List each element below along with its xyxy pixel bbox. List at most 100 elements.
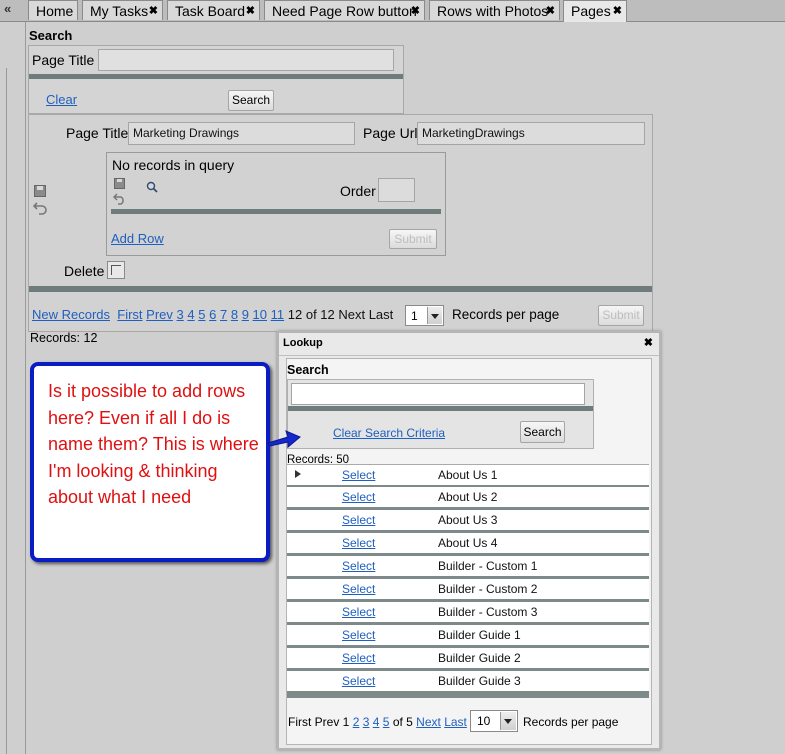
- per-page-select[interactable]: 1: [405, 305, 444, 326]
- page-url-input[interactable]: MarketingDrawings: [417, 122, 645, 145]
- list-item[interactable]: Select About Us 3: [287, 510, 649, 533]
- select-link[interactable]: Select: [342, 582, 375, 596]
- select-link[interactable]: Select: [342, 651, 375, 665]
- collapse-icon[interactable]: «: [4, 1, 11, 16]
- page-url-label: Page Url: [363, 125, 418, 141]
- tab-task-board[interactable]: Task Board ✖: [167, 0, 260, 20]
- list-item[interactable]: Select About Us 4: [287, 533, 649, 556]
- list-item[interactable]: Select Builder Guide 3: [287, 671, 649, 698]
- undo-icon[interactable]: [33, 201, 47, 215]
- list-item[interactable]: Select About Us 2: [287, 487, 649, 510]
- next-page-link[interactable]: Next: [416, 715, 441, 729]
- select-link[interactable]: Select: [342, 674, 375, 688]
- chevron-down-icon[interactable]: [500, 712, 516, 730]
- clear-link[interactable]: Clear: [46, 92, 77, 107]
- page-title-input[interactable]: Marketing Drawings: [128, 122, 355, 145]
- row-name: Builder - Custom 2: [438, 582, 538, 596]
- order-input[interactable]: [378, 178, 415, 202]
- lookup-search-input[interactable]: [291, 383, 585, 405]
- list-item[interactable]: Select Builder - Custom 1: [287, 556, 649, 579]
- select-link[interactable]: Select: [342, 513, 375, 527]
- pager: New Records First Prev 3 4 5 6 7 8 9 10 …: [32, 307, 393, 322]
- select-link[interactable]: Select: [342, 628, 375, 642]
- save-icon[interactable]: [114, 178, 125, 189]
- last-page-link[interactable]: Last: [444, 715, 467, 729]
- page-link[interactable]: 8: [231, 307, 238, 322]
- delete-checkbox[interactable]: [107, 261, 125, 279]
- annotation-callout: Is it possible to add rows here? Even if…: [30, 362, 270, 562]
- page-link[interactable]: 10: [253, 307, 267, 322]
- select-link[interactable]: Select: [342, 536, 375, 550]
- page-link[interactable]: 3: [363, 715, 370, 729]
- tab-bar: « Home My Tasks ✖ Task Board ✖ Need Page R…: [0, 0, 785, 22]
- undo-icon[interactable]: [113, 192, 126, 205]
- list-item[interactable]: Select Builder Guide 2: [287, 648, 649, 671]
- row-name: Builder Guide 1: [438, 628, 521, 642]
- page-link[interactable]: 11: [271, 307, 285, 322]
- row-name: Builder Guide 3: [438, 674, 521, 688]
- search-icon[interactable]: [146, 181, 158, 193]
- clear-search-criteria-link[interactable]: Clear Search Criteria: [333, 426, 445, 440]
- close-icon[interactable]: ✖: [149, 1, 158, 21]
- page-link[interactable]: 5: [198, 307, 205, 322]
- page-link[interactable]: 2: [353, 715, 360, 729]
- new-records-link[interactable]: New Records: [32, 307, 110, 322]
- tab-label: Home: [36, 3, 74, 19]
- list-item[interactable]: Select About Us 1: [287, 464, 649, 488]
- search-button[interactable]: Search: [228, 90, 274, 111]
- page-link[interactable]: 5: [383, 715, 390, 729]
- divider-bar: [29, 286, 652, 292]
- list-item[interactable]: Select Builder - Custom 3: [287, 602, 649, 625]
- tab-label: Task Board: [175, 3, 246, 19]
- row-name: About Us 2: [438, 490, 498, 504]
- tab-need-page-row-button[interactable]: Need Page Row button ✖: [264, 0, 425, 20]
- close-icon[interactable]: ✖: [644, 336, 653, 349]
- list-item[interactable]: Select Builder - Custom 2: [287, 579, 649, 602]
- search-panel: Page Title Clear Search: [28, 45, 404, 114]
- close-icon[interactable]: ✖: [246, 1, 255, 21]
- lookup-title: Lookup: [283, 337, 323, 349]
- select-link[interactable]: Select: [342, 468, 375, 482]
- arrow-icon: [267, 430, 301, 449]
- lookup-per-page-select[interactable]: 10: [470, 710, 518, 732]
- select-link[interactable]: Select: [342, 559, 375, 573]
- save-icon[interactable]: [34, 185, 46, 197]
- detail-page-title-label: Page Title: [66, 125, 129, 141]
- tab-home[interactable]: Home: [28, 0, 78, 20]
- list-item[interactable]: Select Builder Guide 1: [287, 625, 649, 648]
- close-icon[interactable]: ✖: [411, 1, 420, 21]
- prev-page-link[interactable]: Prev: [146, 307, 173, 322]
- tab-label: Need Page Row button: [272, 3, 417, 19]
- lookup-dialog: Lookup ✖ Search Clear Search Criteria Se…: [277, 331, 661, 750]
- page-link[interactable]: 7: [220, 307, 227, 322]
- close-icon[interactable]: ✖: [613, 1, 622, 21]
- page-link[interactable]: 9: [242, 307, 249, 322]
- tab-rows-with-photos[interactable]: Rows with Photos ✖: [429, 0, 560, 20]
- close-icon[interactable]: ✖: [546, 1, 555, 21]
- row-name: Builder - Custom 1: [438, 559, 538, 573]
- subgrid-submit-button[interactable]: Submit: [389, 229, 437, 249]
- select-link[interactable]: Select: [342, 490, 375, 504]
- page-title-search-input[interactable]: [98, 49, 394, 71]
- divider-bar: [29, 74, 403, 79]
- row-name: Builder Guide 2: [438, 651, 521, 665]
- add-row-link[interactable]: Add Row: [111, 231, 164, 246]
- pager-status: 12 of 12 Next Last: [287, 307, 394, 322]
- page-link[interactable]: 3: [177, 307, 184, 322]
- lookup-search-button[interactable]: Search: [520, 421, 565, 443]
- page-link[interactable]: 4: [373, 715, 380, 729]
- tab-my-tasks[interactable]: My Tasks ✖: [82, 0, 163, 20]
- row-name: About Us 4: [438, 536, 498, 550]
- row-name: About Us 1: [438, 468, 498, 482]
- select-link[interactable]: Select: [342, 605, 375, 619]
- chevron-down-icon[interactable]: [427, 307, 442, 324]
- page-link[interactable]: 6: [209, 307, 216, 322]
- tab-pages[interactable]: Pages ✖: [563, 0, 627, 22]
- lookup-search-heading: Search: [287, 363, 329, 377]
- page-link[interactable]: 4: [187, 307, 194, 322]
- detail-panel: Page Title Marketing Drawings Page Url M…: [28, 114, 653, 332]
- first-page-link[interactable]: First: [117, 307, 142, 322]
- callout-text: Is it possible to add rows here? Even if…: [48, 381, 259, 507]
- pager-submit-button[interactable]: Submit: [598, 305, 644, 326]
- current-row-arrow-icon: [295, 470, 301, 478]
